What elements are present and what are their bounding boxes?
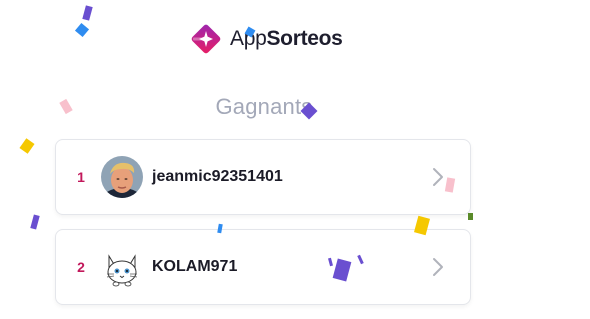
confetti-piece	[19, 138, 35, 154]
winner-username: KOLAM971	[152, 258, 238, 275]
avatar	[101, 246, 143, 288]
app-logo: AppSorteos	[189, 22, 343, 56]
winner-username: jeanmic92351401	[152, 168, 283, 185]
avatar	[101, 156, 143, 198]
confetti-piece	[30, 214, 40, 230]
confetti-piece	[74, 22, 90, 38]
confetti-piece	[82, 5, 93, 21]
chevron-right-icon	[433, 258, 443, 276]
chevron-right-icon	[433, 168, 443, 186]
portrait-photo-icon	[101, 156, 143, 198]
winner-card-1[interactable]: 1 jeanmic92351401	[55, 139, 471, 215]
cat-avatar-icon	[106, 254, 138, 287]
brand-suffix: Sorteos	[266, 27, 343, 50]
winner-card-2[interactable]: 2 KOLAM971	[55, 229, 471, 305]
winner-rank: 2	[77, 259, 85, 275]
confetti-piece	[468, 213, 473, 220]
logo-icon	[191, 24, 221, 54]
winner-rank: 1	[77, 169, 85, 185]
page-title: Gagnants	[215, 94, 313, 119]
